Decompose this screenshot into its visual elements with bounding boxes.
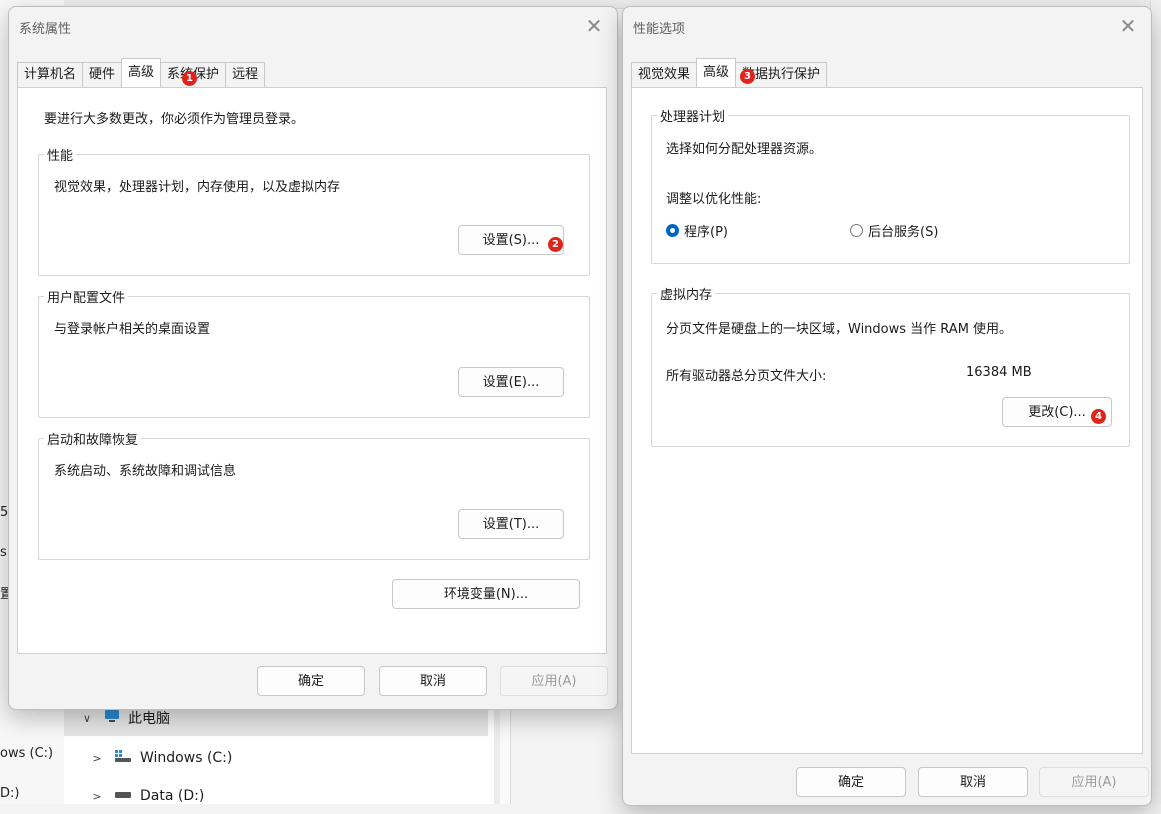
step-badge: 3 (740, 69, 755, 84)
background-nav-pane: ∨ 此电脑 > Windows (C:) > Data (D:) (64, 700, 494, 804)
group-description: 与登录帐户相关的桌面设置 (54, 322, 211, 337)
nav-item-label: Windows (C:) (140, 750, 233, 766)
startup-recovery-group (38, 438, 590, 560)
advanced-tab-panel: 处理器计划 选择如何分配处理器资源。 调整以优化性能: 程序(P) 后台服务(S… (631, 87, 1143, 754)
monitor-icon (104, 709, 120, 727)
group-label: 启动和故障恢复 (44, 429, 142, 448)
background-scrollbar[interactable] (494, 700, 500, 804)
tab-remote[interactable]: 远程 (225, 62, 266, 87)
background-fragment: s (0, 545, 7, 560)
nav-item-windows-c[interactable]: > Windows (C:) (90, 740, 232, 776)
advanced-tab-panel: 要进行大多数更改，你必须作为管理员登录。 性能 视觉效果，处理器计划，内存使用，… (17, 87, 607, 654)
nav-item-label: 此电脑 (128, 711, 170, 727)
adjust-label: 调整以优化性能: (666, 192, 762, 207)
apply-button[interactable]: 应用(A) (500, 666, 608, 696)
cancel-button[interactable]: 取消 (379, 666, 487, 696)
radio-label: 程序(P) (684, 225, 728, 240)
chevron-right-icon[interactable]: > (90, 790, 104, 803)
cancel-button[interactable]: 取消 (918, 767, 1028, 797)
tab-visual-effects[interactable]: 视觉效果 (631, 62, 698, 87)
radio-background-services[interactable]: 后台服务(S) (850, 221, 938, 240)
step-badge: 1 (182, 71, 197, 86)
close-icon[interactable]: ✕ (581, 13, 607, 39)
step-badge: 4 (1091, 409, 1106, 424)
startup-recovery-settings-button[interactable]: 设置(T)... (458, 509, 564, 539)
tab-hardware[interactable]: 硬件 (82, 62, 123, 87)
background-content-pane (510, 700, 623, 804)
apply-button[interactable]: 应用(A) (1039, 767, 1149, 797)
radio-label: 后台服务(S) (868, 225, 939, 240)
windows-drive-icon (114, 749, 132, 767)
dialog-title: 性能选项 (633, 22, 686, 37)
chevron-down-icon[interactable]: ∨ (80, 712, 94, 725)
step-badge: 2 (548, 237, 563, 252)
paging-total-label: 所有驱动器总分页文件大小: (666, 369, 827, 384)
performance-options-dialog: 性能选项 ✕ 视觉效果 高级 数据执行保护 3 处理器计划 选择如何分配处理器资… (622, 6, 1152, 806)
dialog-title: 系统属性 (19, 22, 72, 37)
group-label: 用户配置文件 (44, 287, 129, 306)
group-label: 性能 (44, 145, 77, 164)
group-label: 处理器计划 (657, 106, 729, 125)
tab-strip: 视觉效果 高级 数据执行保护 (631, 58, 828, 87)
ok-button[interactable]: 确定 (257, 666, 365, 696)
chevron-right-icon[interactable]: > (90, 752, 104, 765)
background-fragment: ows (C:) (0, 746, 54, 761)
tab-advanced[interactable]: 高级 (696, 58, 737, 87)
environment-variables-button[interactable]: 环境变量(N)... (392, 579, 580, 609)
group-description: 选择如何分配处理器资源。 (666, 142, 823, 157)
nav-item-data-d[interactable]: > Data (D:) (90, 778, 204, 814)
titlebar[interactable]: 系统属性 ✕ (9, 7, 617, 47)
radio-indicator[interactable] (850, 224, 863, 237)
drive-icon (114, 788, 132, 804)
radio-indicator[interactable] (666, 224, 679, 237)
system-properties-dialog: 系统属性 ✕ 计算机名 硬件 高级 系统保护 远程 1 要进行大多数更改，你必须… (8, 6, 618, 710)
user-profiles-settings-button[interactable]: 设置(E)... (458, 367, 564, 397)
admin-notice: 要进行大多数更改，你必须作为管理员登录。 (44, 112, 305, 127)
group-description: 视觉效果，处理器计划，内存使用，以及虚拟内存 (54, 180, 341, 195)
tab-strip: 计算机名 硬件 高级 系统保护 远程 (17, 58, 266, 87)
nav-item-label: Data (D:) (140, 788, 205, 804)
titlebar[interactable]: 性能选项 ✕ (623, 7, 1151, 47)
close-icon[interactable]: ✕ (1115, 13, 1141, 39)
user-profiles-group (38, 296, 590, 418)
tab-advanced[interactable]: 高级 (121, 58, 162, 87)
group-label: 虚拟内存 (657, 284, 716, 303)
group-description: 分页文件是硬盘上的一块区域，Windows 当作 RAM 使用。 (666, 322, 1013, 337)
tab-computer-name[interactable]: 计算机名 (17, 62, 84, 87)
performance-group (38, 154, 590, 276)
ok-button[interactable]: 确定 (796, 767, 906, 797)
paging-total-value: 16384 MB (966, 365, 1032, 380)
group-description: 系统启动、系统故障和调试信息 (54, 464, 237, 479)
background-fragment: D:) (0, 786, 20, 801)
radio-programs[interactable]: 程序(P) (666, 221, 728, 240)
